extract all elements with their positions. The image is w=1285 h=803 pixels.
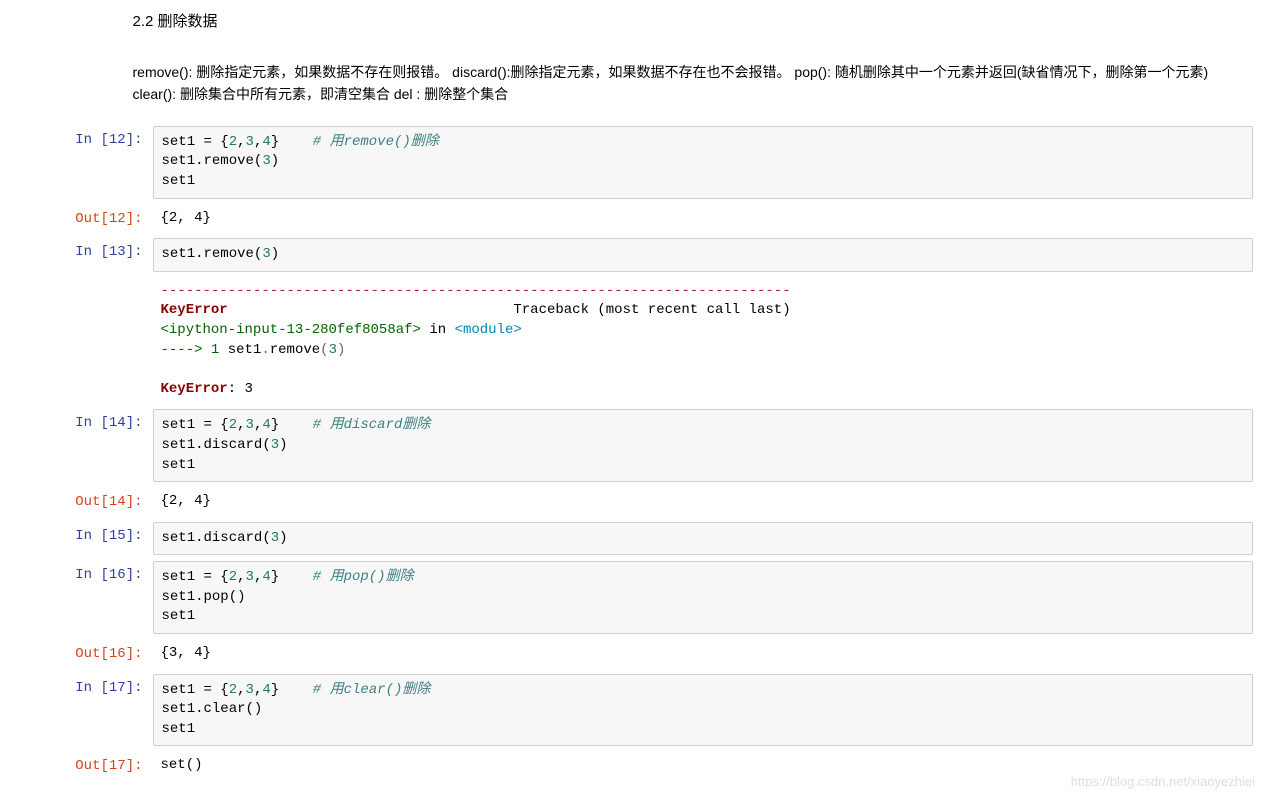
out-prompt: Out[16]: xyxy=(33,640,153,668)
output-text: {3, 4} xyxy=(153,640,1253,668)
code-cell-13: In [13]: set1.remove(3) xyxy=(33,238,1253,272)
section-description: remove(): 删除指定元素，如果数据不存在则报错。 discard():删… xyxy=(133,61,1253,106)
output-cell-14: Out[14]: {2, 4} xyxy=(33,488,1253,516)
in-prompt: In [13]: xyxy=(33,238,153,272)
code-input[interactable]: set1 = {2,3,4} # 用discard删除 set1.discard… xyxy=(153,409,1253,482)
code-cell-16: In [16]: set1 = {2,3,4} # 用pop()删除 set1.… xyxy=(33,561,1253,634)
in-prompt: In [16]: xyxy=(33,561,153,634)
in-prompt: In [14]: xyxy=(33,409,153,482)
out-prompt: Out[17]: xyxy=(33,752,153,780)
in-prompt: In [15]: xyxy=(33,522,153,556)
code-cell-14: In [14]: set1 = {2,3,4} # 用discard删除 set… xyxy=(33,409,1253,482)
code-input[interactable]: set1 = {2,3,4} # 用clear()删除 set1.clear()… xyxy=(153,674,1253,747)
section-heading: 2.2 删除数据 xyxy=(133,10,1253,31)
out-prompt: Out[14]: xyxy=(33,488,153,516)
code-input[interactable]: set1 = {2,3,4} # 用pop()删除 set1.pop() set… xyxy=(153,561,1253,634)
in-prompt: In [17]: xyxy=(33,674,153,747)
output-cell-16: Out[16]: {3, 4} xyxy=(33,640,1253,668)
output-text: {2, 4} xyxy=(153,205,1253,233)
code-input[interactable]: set1 = {2,3,4} # 用remove()删除 set1.remove… xyxy=(153,126,1253,199)
error-output: ----------------------------------------… xyxy=(153,278,1253,404)
code-input[interactable]: set1.discard(3) xyxy=(153,522,1253,556)
code-cell-15: In [15]: set1.discard(3) xyxy=(33,522,1253,556)
error-cell-13: ----------------------------------------… xyxy=(33,278,1253,404)
output-cell-17: Out[17]: set() xyxy=(33,752,1253,780)
code-input[interactable]: set1.remove(3) xyxy=(153,238,1253,272)
output-cell-12: Out[12]: {2, 4} xyxy=(33,205,1253,233)
code-cell-12: In [12]: set1 = {2,3,4} # 用remove()删除 se… xyxy=(33,126,1253,199)
in-prompt: In [12]: xyxy=(33,126,153,199)
code-cell-17: In [17]: set1 = {2,3,4} # 用clear()删除 set… xyxy=(33,674,1253,747)
out-prompt: Out[12]: xyxy=(33,205,153,233)
watermark: https://blog.csdn.net/xiaoyezhiei xyxy=(1071,774,1255,789)
output-text: {2, 4} xyxy=(153,488,1253,516)
